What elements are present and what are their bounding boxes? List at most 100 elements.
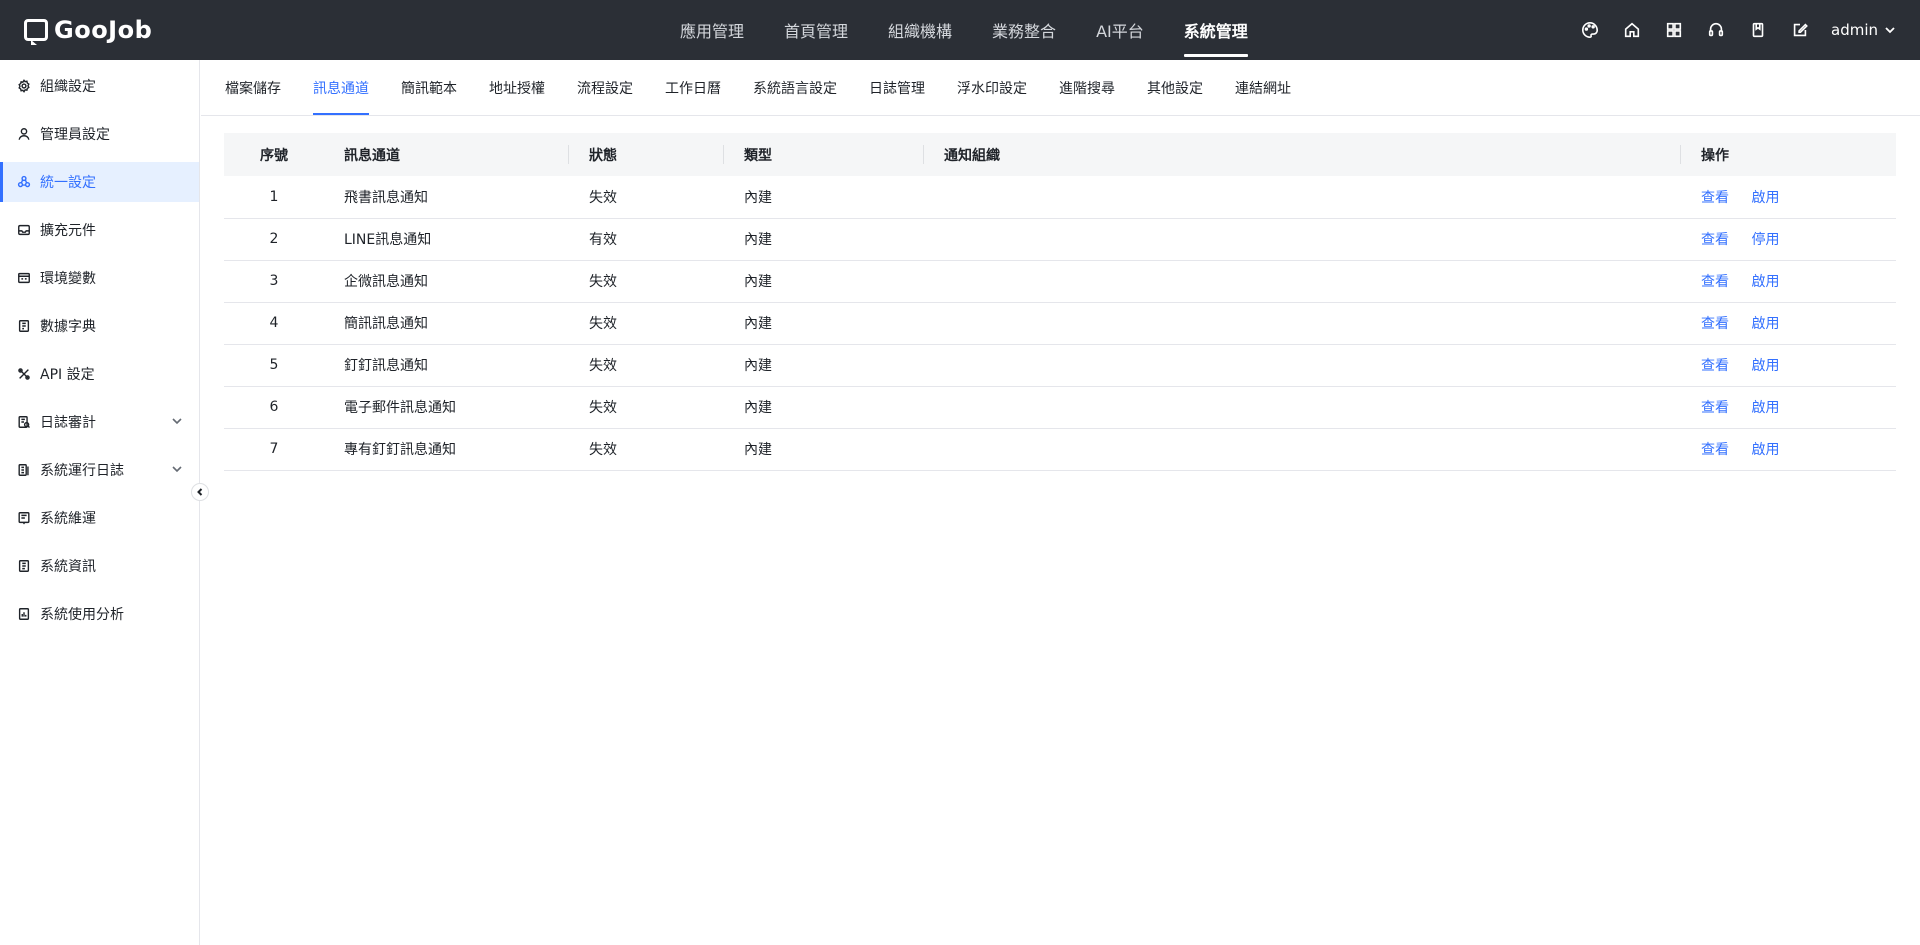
cell-index: 5 — [269, 357, 279, 373]
gear-icon — [16, 78, 32, 94]
cell-notify-org — [924, 344, 1681, 386]
cell-status: 失效 — [589, 400, 617, 416]
cell-actions: 查看 啟用 — [1681, 428, 1896, 470]
message-channel-table: 序號 訊息通道 狀態 類型 通知組織 操作 1 飛書訊息通知 失效 內建 查看 … — [224, 133, 1896, 471]
cell-channel: 釘釘訊息通知 — [344, 358, 428, 374]
tab-language-settings[interactable]: 系統語言設定 — [753, 60, 837, 115]
tab-workflow-settings[interactable]: 流程設定 — [577, 60, 633, 115]
cell-index: 7 — [269, 441, 279, 457]
terminal-icon — [16, 270, 32, 286]
tab-address-authorization[interactable]: 地址授權 — [489, 60, 545, 115]
cell-type: 內建 — [744, 189, 772, 206]
sidebar-item-log-audit[interactable]: 日誌審計 — [0, 402, 199, 442]
unified-icon — [16, 174, 32, 190]
sidebar-item-unified-settings[interactable]: 統一設定 — [0, 162, 199, 202]
cell-channel: 電子郵件訊息通知 — [344, 400, 456, 416]
column-header-channel: 訊息通道 — [324, 133, 569, 176]
toggle-link[interactable]: 停用 — [1751, 232, 1779, 248]
tab-message-channel[interactable]: 訊息通道 — [313, 60, 369, 115]
topnav-item-ai-platform[interactable]: AI平台 — [1076, 0, 1164, 60]
view-link[interactable]: 查看 — [1701, 316, 1729, 332]
tab-link-urls[interactable]: 連結網址 — [1235, 60, 1291, 115]
toggle-link[interactable]: 啟用 — [1751, 274, 1779, 290]
cell-index: 3 — [269, 273, 279, 289]
info-doc-icon — [16, 558, 32, 574]
headset-icon[interactable] — [1705, 19, 1727, 41]
cell-channel: 專有釘釘訊息通知 — [344, 442, 456, 458]
inbox-icon — [16, 222, 32, 238]
logo-text: GooJob — [54, 16, 153, 44]
toggle-link[interactable]: 啟用 — [1751, 442, 1779, 458]
chevron-down-icon[interactable] — [171, 463, 183, 479]
sidebar-item-extensions[interactable]: 擴充元件 — [0, 210, 199, 250]
sidebar-item-system-run-log[interactable]: 系統運行日誌 — [0, 450, 199, 490]
sidebar-item-system-maintenance[interactable]: 系統維運 — [0, 498, 199, 538]
toggle-link[interactable]: 啟用 — [1751, 400, 1779, 416]
sidebar-item-env-variables[interactable]: 環境變數 — [0, 258, 199, 298]
sidebar-item-label: 管理員設定 — [40, 127, 110, 143]
view-link[interactable]: 查看 — [1701, 400, 1729, 416]
cell-type: 內建 — [744, 232, 772, 248]
sidebar-item-label: 系統運行日誌 — [40, 463, 124, 479]
user-menu[interactable]: admin — [1831, 21, 1896, 39]
view-link[interactable]: 查看 — [1701, 274, 1729, 290]
tab-other-settings[interactable]: 其他設定 — [1147, 60, 1203, 115]
cell-status: 失效 — [589, 442, 617, 458]
table-row: 1 飛書訊息通知 失效 內建 查看 啟用 — [224, 176, 1896, 218]
toggle-link[interactable]: 啟用 — [1751, 316, 1779, 332]
sidebar-item-label: 統一設定 — [40, 175, 96, 191]
tab-advanced-search[interactable]: 進階搜尋 — [1059, 60, 1115, 115]
sidebar-item-label: 組織設定 — [40, 79, 96, 95]
api-icon — [16, 366, 32, 382]
sidebar-item-usage-analysis[interactable]: 系統使用分析 — [0, 594, 199, 634]
sidebar-item-organization-settings[interactable]: 組織設定 — [0, 66, 199, 106]
sidebar-collapse-button[interactable] — [191, 483, 209, 501]
chevron-down-icon[interactable] — [171, 415, 183, 431]
palette-icon[interactable] — [1579, 19, 1601, 41]
top-nav: 應用管理 首頁管理 組織機構 業務整合 AI平台 系統管理 — [660, 0, 1268, 60]
tab-log-management[interactable]: 日誌管理 — [869, 60, 925, 115]
chevron-left-icon — [197, 488, 203, 496]
cell-status: 失效 — [589, 358, 617, 374]
sidebar-item-api-settings[interactable]: API 設定 — [0, 354, 199, 394]
sidebar-item-system-info[interactable]: 系統資訊 — [0, 546, 199, 586]
edit-icon[interactable] — [1789, 19, 1811, 41]
sidebar-item-data-dictionary[interactable]: 數據字典 — [0, 306, 199, 346]
sidebar-item-label: 系統資訊 — [40, 559, 96, 575]
user-icon — [16, 126, 32, 142]
view-link[interactable]: 查看 — [1701, 442, 1729, 458]
cell-notify-org — [924, 260, 1681, 302]
view-link[interactable]: 查看 — [1701, 232, 1729, 248]
table-row: 7 專有釘釘訊息通知 失效 內建 查看 啟用 — [224, 428, 1896, 470]
analysis-icon — [16, 606, 32, 622]
tab-sms-template[interactable]: 簡訊範本 — [401, 60, 457, 115]
table-header-row: 序號 訊息通道 狀態 類型 通知組織 操作 — [224, 133, 1896, 176]
table-row: 3 企微訊息通知 失效 內建 查看 啟用 — [224, 260, 1896, 302]
toggle-link[interactable]: 啟用 — [1751, 358, 1779, 374]
sidebar-item-admin-settings[interactable]: 管理員設定 — [0, 114, 199, 154]
cell-actions: 查看 啟用 — [1681, 386, 1896, 428]
cell-notify-org — [924, 302, 1681, 344]
logo[interactable]: GooJob — [24, 16, 153, 45]
cell-notify-org — [924, 386, 1681, 428]
tab-watermark-settings[interactable]: 浮水印設定 — [957, 60, 1027, 115]
home-icon[interactable] — [1621, 19, 1643, 41]
topnav-item-organization[interactable]: 組織機構 — [868, 0, 972, 60]
toggle-link[interactable]: 啟用 — [1751, 190, 1779, 206]
topnav-item-system-management[interactable]: 系統管理 — [1164, 0, 1268, 60]
cell-index: 6 — [269, 399, 279, 415]
sidebar-item-label: API 設定 — [40, 367, 95, 383]
topnav-item-home-management[interactable]: 首頁管理 — [764, 0, 868, 60]
tab-work-calendar[interactable]: 工作日曆 — [665, 60, 721, 115]
cell-type: 內建 — [744, 400, 772, 416]
topnav-item-business-integration[interactable]: 業務整合 — [972, 0, 1076, 60]
topnav-item-app-management[interactable]: 應用管理 — [660, 0, 764, 60]
book-icon[interactable] — [1747, 19, 1769, 41]
view-link[interactable]: 查看 — [1701, 190, 1729, 206]
grid-icon[interactable] — [1663, 19, 1685, 41]
sidebar-item-label: 擴充元件 — [40, 223, 96, 239]
view-link[interactable]: 查看 — [1701, 358, 1729, 374]
cell-status: 失效 — [589, 316, 617, 332]
tab-file-storage[interactable]: 檔案儲存 — [225, 60, 281, 115]
cell-type: 內建 — [744, 316, 772, 332]
